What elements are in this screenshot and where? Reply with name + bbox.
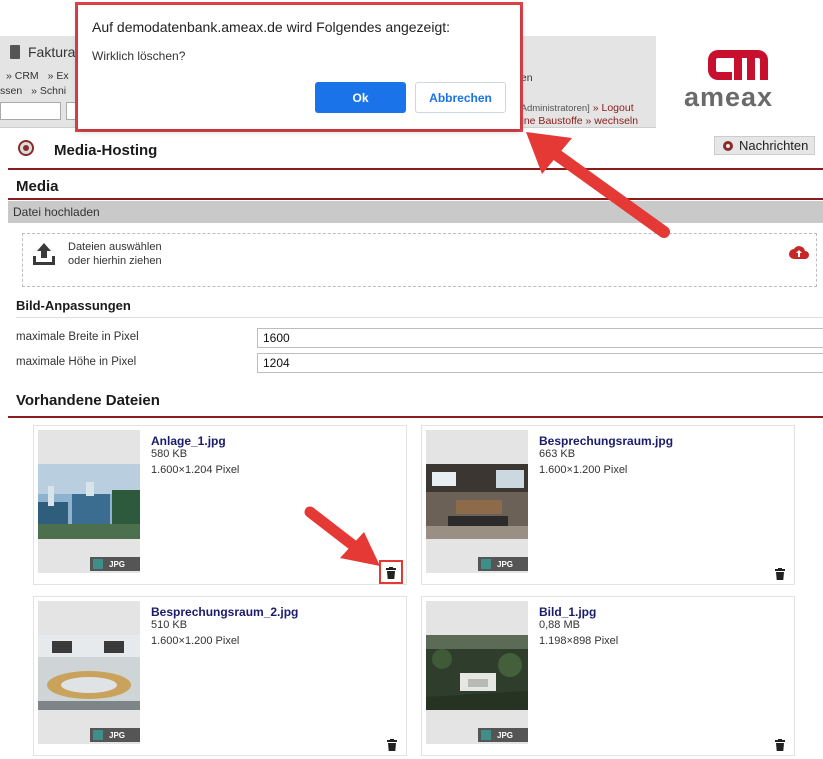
confirm-dialog: Auf demodatenbank.ameax.de wird Folgende…	[78, 5, 520, 129]
file-thumbnail[interactable]: JPG	[38, 601, 140, 744]
file-size: 580 KB	[151, 448, 188, 460]
file-type-label: JPG	[109, 730, 126, 740]
messages-icon	[723, 140, 733, 151]
trash-icon[interactable]	[387, 739, 397, 751]
cloud-upload-icon[interactable]	[788, 243, 810, 261]
file-name-link[interactable]: Besprechungsraum_2.jpg	[151, 605, 298, 619]
file-type-badge: JPG	[478, 728, 528, 742]
max-width-label: maximale Breite in Pixel	[16, 331, 139, 343]
dialog-title: Auf demodatenbank.ameax.de wird Folgende…	[92, 19, 451, 35]
upload-icon	[33, 243, 55, 265]
page-title: Media-Hosting	[54, 142, 158, 159]
file-type-label: JPG	[109, 559, 126, 569]
file-thumbnail[interactable]: JPG	[426, 430, 528, 573]
dropzone-line2: oder hierhin ziehen	[68, 255, 162, 267]
annotation-arrow-dialog	[526, 132, 670, 238]
image-file-icon	[481, 730, 491, 740]
logout-link[interactable]: » Logout	[593, 102, 634, 114]
company-name: gne Baustoffe	[518, 115, 583, 127]
messages-label: Nachrichten	[739, 138, 809, 153]
switch-company-link[interactable]: » wechseln	[586, 115, 639, 127]
image-adjustments-heading: Bild-Anpassungen	[16, 298, 823, 318]
file-size: 663 KB	[539, 448, 576, 460]
media-hosting-icon	[18, 140, 34, 156]
file-dimensions: 1.600×1.204 Pixel	[151, 464, 240, 476]
ameax-logo-mark	[708, 50, 768, 80]
dialog-message: Wirklich löschen?	[92, 49, 186, 63]
faktura-label: Faktura	[28, 44, 76, 60]
messages-button[interactable]: Nachrichten	[714, 136, 816, 155]
max-width-input[interactable]: 1600	[257, 328, 823, 348]
upload-bar: Datei hochladen	[8, 201, 823, 223]
image-file-icon	[93, 559, 103, 569]
photo-conference-room	[38, 635, 140, 710]
nav-ssen[interactable]: ssen	[0, 85, 22, 97]
photo-industrial-plant	[38, 464, 140, 539]
dropzone-line1: Dateien auswählen	[68, 241, 162, 253]
file-dropzone[interactable]: Dateien auswählen oder hierhin ziehen	[22, 233, 817, 287]
user-role: [Administratoren]	[518, 103, 590, 114]
ok-button[interactable]: Ok	[315, 82, 406, 113]
trash-icon[interactable]	[775, 739, 785, 751]
file-card[interactable]: JPG Bild_1.jpg 0,88 MB 1.198×898 Pixel	[421, 596, 795, 756]
image-file-icon	[93, 730, 103, 740]
image-file-icon	[481, 559, 491, 569]
nav-schni[interactable]: » Schni	[31, 85, 66, 97]
main-nav-row2: ssen » Schni	[0, 85, 72, 97]
file-card[interactable]: JPG Besprechungsraum.jpg 663 KB 1.600×1.…	[421, 425, 795, 585]
cancel-button[interactable]: Abbrechen	[415, 82, 506, 113]
book-icon	[10, 45, 20, 59]
user-line: [Administratoren] » Logout	[518, 102, 634, 114]
file-thumbnail[interactable]: JPG	[38, 430, 140, 573]
nav-ex[interactable]: » Ex	[48, 70, 69, 82]
file-type-badge: JPG	[90, 557, 140, 571]
max-height-label: maximale Höhe in Pixel	[16, 356, 137, 368]
file-card[interactable]: JPG Besprechungsraum_2.jpg 510 KB 1.600×…	[33, 596, 407, 756]
page-title-row: Media-Hosting Nachrichten	[0, 136, 823, 166]
company-line: gne Baustoffe » wechseln	[518, 115, 638, 127]
main-nav-row1: » CRM » Ex	[6, 70, 75, 82]
file-dimensions: 1.600×1.200 Pixel	[539, 464, 628, 476]
file-name-link[interactable]: Bild_1.jpg	[539, 605, 596, 619]
file-dimensions: 1.600×1.200 Pixel	[151, 635, 240, 647]
file-type-label: JPG	[497, 559, 514, 569]
file-size: 510 KB	[151, 619, 188, 631]
file-type-badge: JPG	[478, 557, 528, 571]
file-dimensions: 1.198×898 Pixel	[539, 635, 619, 647]
trash-icon[interactable]	[386, 567, 396, 579]
header-search-input[interactable]	[0, 102, 61, 120]
trash-icon[interactable]	[775, 568, 785, 580]
max-height-input[interactable]: 1204	[257, 353, 823, 373]
nav-crm[interactable]: » CRM	[6, 70, 39, 82]
file-type-badge: JPG	[90, 728, 140, 742]
file-thumbnail[interactable]: JPG	[426, 601, 528, 744]
media-heading: Media	[8, 168, 823, 200]
faktura-menu[interactable]: Faktura	[10, 44, 75, 60]
file-name-link[interactable]: Anlage_1.jpg	[151, 434, 226, 448]
file-name-link[interactable]: Besprechungsraum.jpg	[539, 434, 673, 448]
logo-text: ameax	[684, 82, 774, 112]
file-type-label: JPG	[497, 730, 514, 740]
photo-meeting-room	[426, 464, 528, 539]
existing-files-heading: Vorhandene Dateien	[8, 392, 823, 418]
annotation-arrow-delete	[304, 506, 380, 566]
ameax-logo[interactable]: ameax	[656, 36, 823, 128]
photo-aerial-building	[426, 635, 528, 710]
file-size: 0,88 MB	[539, 619, 580, 631]
